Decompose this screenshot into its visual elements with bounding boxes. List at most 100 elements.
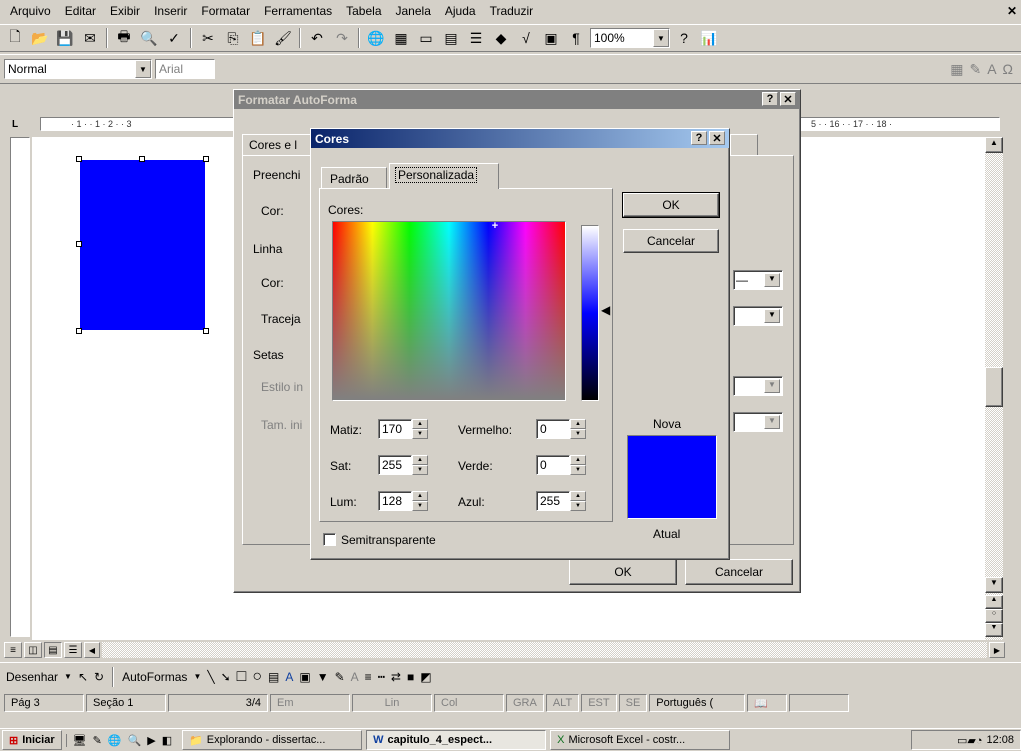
blue-spinner[interactable]: ▲ ▼ [570, 491, 586, 511]
chevron-down-icon[interactable]: ▼ [653, 29, 669, 47]
menu-inserir[interactable]: Inserir [148, 2, 193, 20]
lum-input[interactable]: 128 [378, 491, 412, 511]
resize-handle[interactable] [203, 156, 209, 162]
borders-icon[interactable]: ▦ [950, 61, 963, 78]
menu-formatar[interactable]: Formatar [195, 2, 256, 20]
menu-tabela[interactable]: Tabela [340, 2, 387, 20]
tab-stop-icon[interactable]: L [12, 119, 26, 131]
print-icon[interactable]: 🖶 [113, 27, 135, 49]
chevron-down-icon[interactable]: ▼ [764, 309, 780, 323]
status-trk[interactable]: ALT [545, 694, 580, 712]
outline-view-icon[interactable]: ☰ [64, 642, 82, 658]
desktop-icon[interactable]: 🖥 [73, 734, 87, 747]
browser-icon[interactable]: 🌐 [108, 734, 122, 747]
copy-icon[interactable]: ⎘ [222, 27, 244, 49]
media-icon[interactable]: ▶ [147, 734, 155, 747]
print-preview-icon[interactable]: 🔍 [138, 27, 160, 49]
tab-standard[interactable]: Padrão [321, 167, 387, 189]
paste-icon[interactable]: 📋 [247, 27, 269, 49]
spelling-icon[interactable]: ✓ [163, 27, 185, 49]
colors-cancel-button[interactable]: Cancelar [623, 229, 719, 253]
vertical-scrollbar[interactable]: ▲ ▼ ▲ ○ ▼ [985, 137, 1003, 640]
crosshair-icon[interactable]: + [489, 220, 501, 232]
document-map-icon[interactable]: ▣ [540, 27, 562, 49]
sat-spinner[interactable]: ▲ ▼ [412, 455, 428, 475]
start-button[interactable]: ⊞ Iniciar [2, 730, 62, 750]
highlight-icon[interactable]: ✎ [969, 61, 981, 78]
scroll-down-icon[interactable]: ▼ [985, 577, 1003, 593]
open-folder-icon[interactable]: 📂 [29, 27, 51, 49]
oval-icon[interactable]: ○ [252, 668, 262, 686]
format-painter-icon[interactable]: 🖌 [272, 27, 294, 49]
pencil-icon[interactable]: ✎ [93, 734, 102, 747]
task-excel[interactable]: X Microsoft Excel - costr... [550, 730, 731, 750]
rotate-icon[interactable]: ↻ [94, 670, 104, 684]
dash-style-icon[interactable]: ┅ [378, 670, 385, 684]
tab-custom[interactable]: Personalizada [389, 163, 499, 189]
scroll-right-icon[interactable]: ▶ [989, 642, 1005, 658]
menu-janela[interactable]: Janela [390, 2, 437, 20]
undo-icon[interactable]: ↶ [306, 27, 328, 49]
dash-select[interactable]: ▼ [733, 306, 783, 326]
arrow-style-icon[interactable]: ⇄ [391, 670, 401, 684]
close-document-icon[interactable]: ✕ [1001, 2, 1017, 20]
spelling-status-icon[interactable]: 📖 [747, 694, 788, 712]
chevron-down-icon[interactable]: ▼ [764, 415, 780, 429]
format-cancel-button[interactable]: Cancelar [685, 559, 793, 585]
font-color-icon[interactable]: A [987, 61, 996, 78]
blue-input[interactable]: 255 [536, 491, 570, 511]
tab-more[interactable] [730, 134, 758, 156]
resize-handle[interactable] [139, 156, 145, 162]
prev-page-icon[interactable]: ▲ [985, 595, 1003, 609]
format-ok-button[interactable]: OK [569, 559, 677, 585]
colors-ok-button[interactable]: OK [622, 192, 720, 218]
status-language[interactable]: Português ( [649, 694, 746, 712]
scroll-thumb[interactable] [985, 367, 1003, 407]
fill-color-icon[interactable]: ▼ [317, 670, 329, 684]
tables-borders-icon[interactable]: ▦ [390, 27, 412, 49]
green-input[interactable]: 0 [536, 455, 570, 475]
horizontal-scrollbar[interactable] [102, 642, 987, 658]
menu-arquivo[interactable]: Arquivo [4, 2, 57, 20]
arrow-icon[interactable]: ➘ [221, 670, 231, 684]
resize-handle[interactable] [76, 328, 82, 334]
3d-icon[interactable]: ◩ [420, 670, 431, 684]
green-spinner[interactable]: ▲ ▼ [570, 455, 586, 475]
semitransparent-label[interactable]: Semitransparente [341, 533, 436, 547]
omega-icon[interactable]: Ω [1003, 61, 1013, 78]
line-style-icon[interactable]: ≡ [365, 670, 372, 684]
shadow-icon[interactable]: ■ [407, 670, 414, 684]
redo-icon[interactable]: ↷ [331, 27, 353, 49]
style-combo[interactable]: Normal ▼ [4, 59, 152, 79]
menu-ferramentas[interactable]: Ferramentas [258, 2, 338, 20]
equation-icon[interactable]: √ [515, 27, 537, 49]
normal-view-icon[interactable]: ≡ [4, 642, 22, 658]
chevron-down-icon[interactable]: ▼ [64, 672, 72, 681]
luminance-pointer-icon[interactable]: ◀ [601, 303, 610, 317]
task-explorer[interactable]: 📁 Explorando - dissertac... [182, 730, 363, 750]
insert-table-icon[interactable]: ▭ [415, 27, 437, 49]
chevron-down-icon[interactable]: ▼ [764, 379, 780, 393]
menu-editar[interactable]: Editar [59, 2, 102, 20]
chevron-down-icon[interactable]: ▼ [193, 672, 201, 681]
luminance-bar[interactable] [581, 225, 599, 401]
draw-menu[interactable]: Desenhar [6, 670, 58, 684]
show-hide-icon[interactable]: ¶ [565, 27, 587, 49]
insert-excel-icon[interactable]: ▤ [440, 27, 462, 49]
close-icon[interactable]: ✕ [709, 131, 725, 145]
columns-icon[interactable]: ☰ [465, 27, 487, 49]
clipart-icon[interactable]: ▣ [299, 670, 310, 684]
drawing-icon[interactable]: ◆ [490, 27, 512, 49]
rectangle-icon[interactable]: □ [237, 668, 247, 686]
semitransparent-checkbox[interactable] [323, 533, 336, 546]
tray-icons[interactable]: ▭▰◔ [957, 734, 983, 747]
status-rec[interactable]: GRA [506, 694, 544, 712]
menu-exibir[interactable]: Exibir [104, 2, 146, 20]
select-objects-icon[interactable]: ↖ [78, 670, 88, 684]
autoshapes-menu[interactable]: AutoFormas [122, 670, 187, 684]
color-spectrum[interactable]: + [332, 220, 566, 401]
line-icon[interactable]: ╲ [207, 670, 214, 684]
new-document-icon[interactable]: 🗋 [4, 27, 26, 49]
next-page-icon[interactable]: ▼ [985, 623, 1003, 637]
browse-object-icon[interactable]: ○ [985, 609, 1003, 623]
